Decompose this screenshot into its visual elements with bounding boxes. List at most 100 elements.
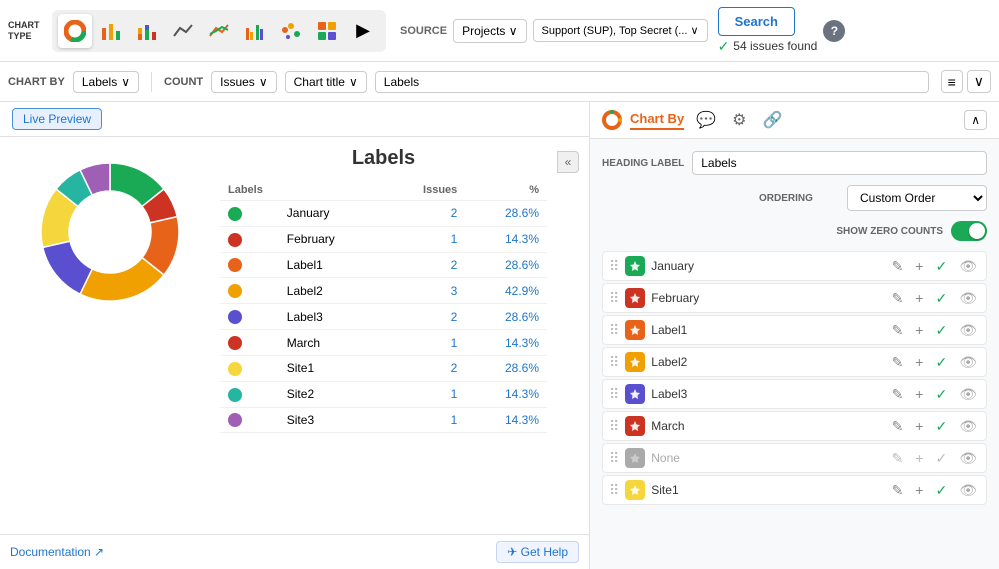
label-check-btn[interactable]: ✓ (932, 289, 950, 308)
chart-icon-bar[interactable] (94, 14, 128, 48)
chart-title-label: Chart title (294, 75, 345, 89)
label-check-btn[interactable]: ✓ (932, 385, 950, 404)
left-panel: Live Preview Labels Labels Issues % (0, 102, 590, 569)
documentation-link[interactable]: Documentation ↗ (10, 545, 104, 559)
label-name: Label3 (651, 387, 882, 401)
heading-label-text: HEADING LABEL (602, 158, 684, 169)
label-eye-btn[interactable]: 👁 (956, 321, 980, 340)
right-content: HEADING LABEL ORDERING Custom Order Asce… (590, 139, 999, 517)
chevron-icon: ∨ (121, 75, 130, 89)
label-check-btn[interactable]: ✓ (932, 417, 950, 436)
settings-icon-btn[interactable]: ⚙ (728, 108, 750, 132)
help-button[interactable]: ? (823, 20, 845, 42)
toggle-knob (969, 223, 985, 239)
search-button[interactable]: Search (718, 7, 795, 36)
right-panel-header: Chart By 💬 ⚙ 🔗 ∧ (590, 102, 999, 139)
live-preview-tab: Live Preview (0, 102, 589, 137)
label-add-btn[interactable]: + (912, 289, 926, 307)
drag-handle[interactable]: ⠿ (609, 258, 619, 275)
drag-handle[interactable]: ⠿ (609, 482, 619, 499)
comment-icon-btn[interactable]: 💬 (692, 108, 720, 132)
chart-icon-grouped[interactable] (238, 14, 272, 48)
heading-label-input[interactable] (692, 151, 987, 175)
label-edit-btn[interactable]: ✎ (889, 353, 907, 372)
chart-icon-stacked[interactable] (130, 14, 164, 48)
drag-handle[interactable]: ⠿ (609, 418, 619, 435)
collapse-right-button[interactable]: ∧ (964, 110, 987, 130)
ordering-row: ORDERING Custom Order Ascending Descendi… (602, 185, 987, 211)
label-row: ⠿ Site1 ✎ + ✓ 👁 (602, 475, 987, 505)
label-color-badge (625, 448, 645, 468)
right-panel: Chart By 💬 ⚙ 🔗 ∧ HEADING LABEL ORDERING … (590, 102, 999, 569)
chart-icon-donut[interactable] (58, 14, 92, 48)
issues-value: Issues (220, 75, 255, 89)
count-label: COUNT (164, 76, 203, 88)
label-add-btn[interactable]: + (912, 321, 926, 339)
label-add-btn[interactable]: + (912, 353, 926, 371)
label-check-btn[interactable]: ✓ (932, 321, 950, 340)
chart-icon-line[interactable] (166, 14, 200, 48)
live-preview-button[interactable]: Live Preview (12, 108, 102, 130)
drag-handle[interactable]: ⠿ (609, 354, 619, 371)
get-help-button[interactable]: ✈ Get Help (496, 541, 579, 563)
label-eye-btn[interactable]: 👁 (956, 417, 980, 436)
chart-icon-grid[interactable] (310, 14, 344, 48)
label-edit-btn[interactable]: ✎ (889, 289, 907, 308)
label-add-btn[interactable]: + (912, 481, 926, 499)
chart-title-select[interactable]: Chart title ∨ (285, 71, 367, 93)
label-edit-btn[interactable]: ✎ (889, 257, 907, 276)
label-check-btn[interactable]: ✓ (932, 353, 950, 372)
right-header-title: Chart By (630, 111, 684, 130)
label-add-btn[interactable]: + (912, 385, 926, 403)
label-eye-btn[interactable]: 👁 (956, 289, 980, 308)
projects-dropdown[interactable]: Projects ∨ (453, 19, 526, 43)
table-row: February 1 14.3% (220, 226, 547, 252)
table-row: Label1 2 28.6% (220, 252, 547, 278)
label-edit-btn[interactable]: ✎ (889, 321, 907, 340)
issues-dropdown[interactable]: Issues ∨ (211, 71, 276, 93)
show-zero-toggle[interactable] (951, 221, 987, 241)
drag-handle[interactable]: ⠿ (609, 386, 619, 403)
label-eye-btn[interactable]: 👁 (956, 353, 980, 372)
drag-handle[interactable]: ⠿ (609, 322, 619, 339)
label-row: ⠿ February ✎ + ✓ 👁 (602, 283, 987, 313)
chart-by-select[interactable]: Labels ∨ (73, 71, 139, 93)
ordering-label: ORDERING (759, 193, 839, 204)
link-icon-btn[interactable]: 🔗 (758, 108, 786, 132)
collapse-button[interactable]: « (557, 151, 579, 173)
label-edit-btn[interactable]: ✎ (889, 385, 907, 404)
label-add-btn: + (912, 449, 926, 467)
label-name: March (651, 419, 882, 433)
drag-handle[interactable]: ⠿ (609, 290, 619, 307)
donut-svg (25, 147, 195, 317)
drag-handle[interactable]: ⠿ (609, 450, 619, 467)
main-area: Live Preview Labels Labels Issues % (0, 102, 999, 569)
label-row: ⠿ Label1 ✎ + ✓ 👁 (602, 315, 987, 345)
chevron-icon-issues: ∨ (259, 75, 268, 89)
label-add-btn[interactable]: + (912, 257, 926, 275)
filter-icon-2[interactable]: ∨ (967, 70, 991, 93)
label-add-btn[interactable]: + (912, 417, 926, 435)
label-eye-btn[interactable]: 👁 (956, 449, 980, 468)
table-row: Site3 1 14.3% (220, 407, 547, 433)
ordering-select[interactable]: Custom Order Ascending Descending (847, 185, 987, 211)
label-edit-btn[interactable]: ✎ (889, 417, 907, 436)
labels-filter-input[interactable]: Labels (375, 71, 929, 93)
chart-icon-multiline[interactable] (202, 14, 236, 48)
labels-filter-value: Labels (384, 75, 419, 89)
label-check-btn[interactable]: ✓ (932, 481, 950, 500)
label-check-btn[interactable]: ✓ (932, 257, 950, 276)
chart-icon-next[interactable]: ▶ (346, 14, 380, 48)
label-edit-btn[interactable]: ✎ (889, 481, 907, 500)
label-row: ⠿ Label2 ✎ + ✓ 👁 (602, 347, 987, 377)
chevron-chart-title: ∨ (349, 75, 358, 89)
label-name: January (651, 259, 882, 273)
filter-icon-1[interactable]: ≡ (941, 70, 963, 93)
chart-type-label: CHART TYPE (8, 20, 46, 42)
label-eye-btn[interactable]: 👁 (956, 385, 980, 404)
chart-icon-dot[interactable] (274, 14, 308, 48)
divider (151, 72, 152, 92)
label-eye-btn[interactable]: 👁 (956, 481, 980, 500)
label-eye-btn[interactable]: 👁 (956, 257, 980, 276)
support-dropdown[interactable]: Support (SUP), Top Secret (... ∨ (533, 19, 708, 42)
